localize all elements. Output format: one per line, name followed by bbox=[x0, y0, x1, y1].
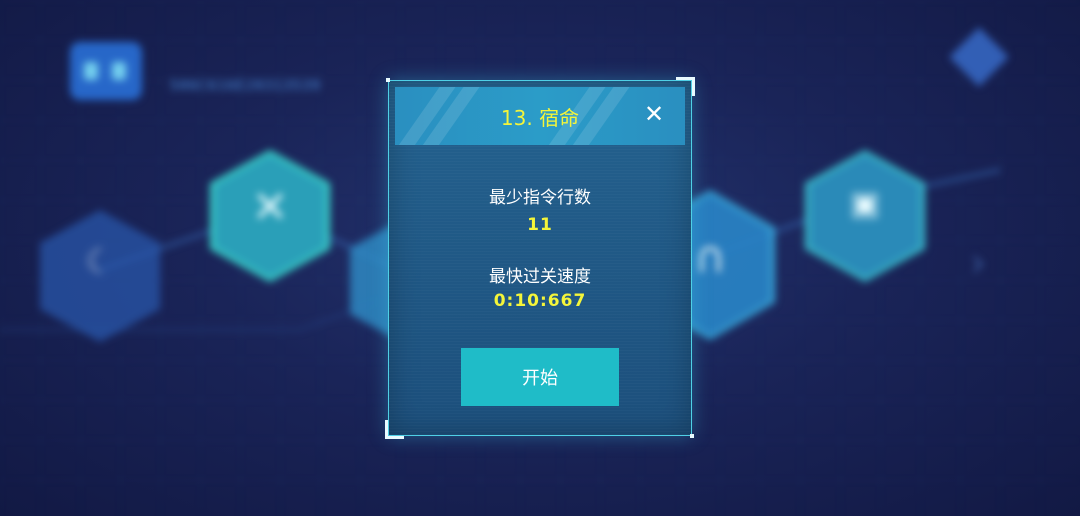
close-icon[interactable]: ✕ bbox=[639, 99, 669, 129]
start-button[interactable]: 开始 bbox=[461, 348, 619, 406]
fastest-time-value: 0:10:667 bbox=[493, 291, 587, 311]
fastest-time-label: 最快过关速度 bbox=[489, 267, 591, 287]
corner-bracket-bottom-left bbox=[385, 420, 404, 439]
close-x-icon: ✕ bbox=[251, 182, 289, 233]
shirt-icon: ▣ bbox=[849, 184, 881, 222]
min-commands-label: 最少指令行数 bbox=[489, 188, 591, 208]
min-commands-value: 11 bbox=[527, 215, 553, 235]
moon-icon: ☾ bbox=[84, 242, 116, 282]
corner-dot bbox=[690, 434, 694, 438]
corner-dot bbox=[386, 78, 390, 82]
dialog-header: 13. 宿命 ✕ bbox=[395, 87, 685, 145]
next-page-arrow-icon[interactable]: › bbox=[970, 240, 986, 286]
level-info-dialog: 13. 宿命 ✕ 最少指令行数 11 最快过关速度 0:10:667 开始 bbox=[385, 77, 695, 439]
